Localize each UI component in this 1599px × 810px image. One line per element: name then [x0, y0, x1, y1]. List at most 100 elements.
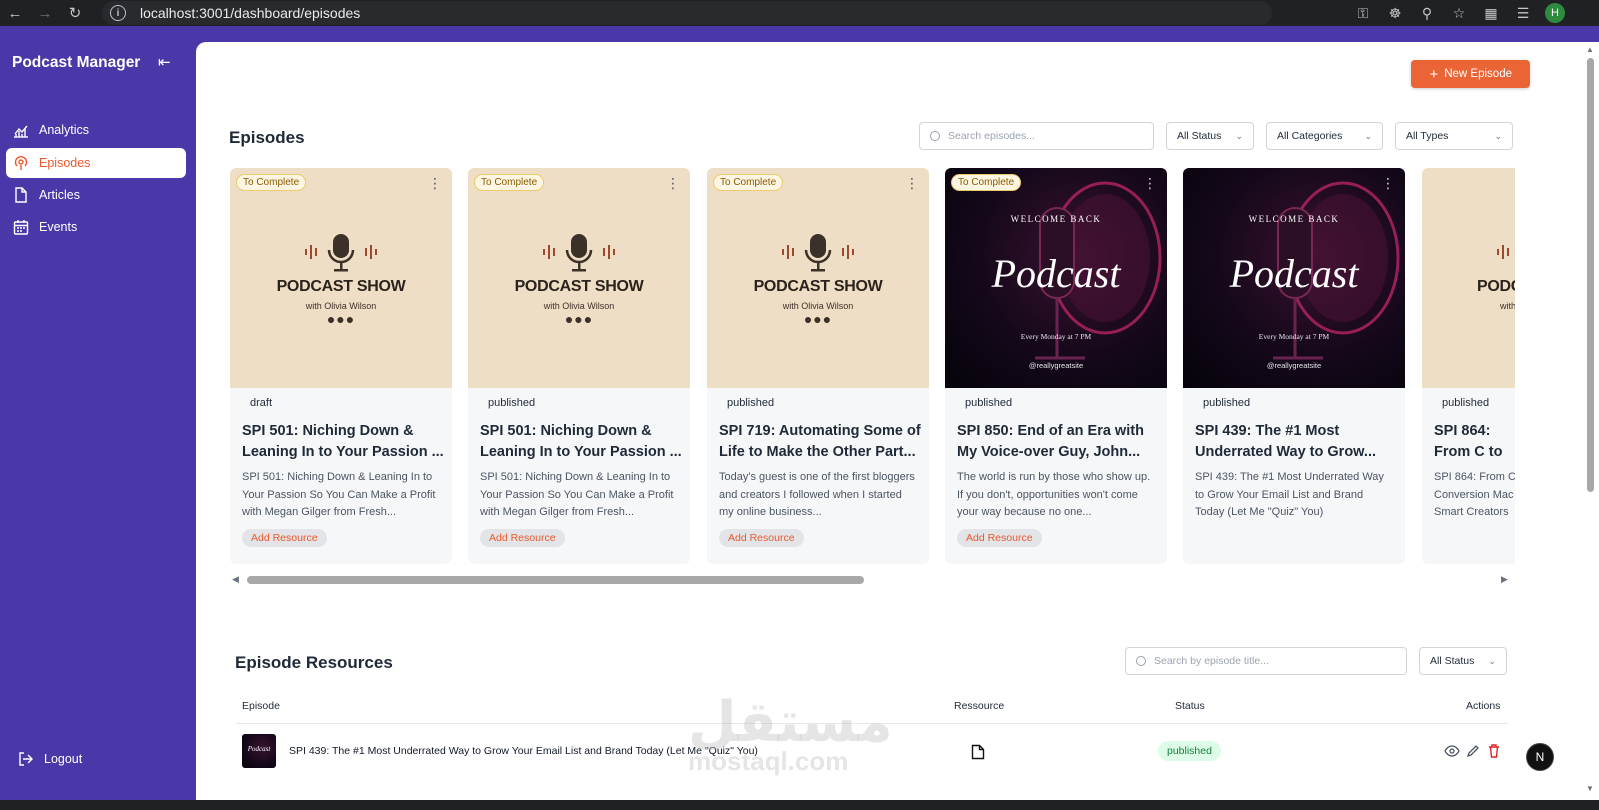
episode-status: published: [727, 397, 775, 409]
address-bar[interactable]: i localhost:3001/dashboard/episodes: [102, 1, 1272, 25]
profile-avatar[interactable]: H: [1545, 3, 1565, 23]
scroll-up-arrow-icon[interactable]: ▲: [1586, 45, 1594, 54]
episodes-title: Episodes: [229, 128, 305, 147]
episode-card[interactable]: WELCOME BACK Podcast Every Monday at 7 P…: [1183, 168, 1405, 564]
sidebar-item-label: Analytics: [39, 123, 90, 137]
episode-card[interactable]: WELCOME BACK Podcast Every Monday at 7 P…: [945, 168, 1167, 564]
sidebar-item-analytics[interactable]: Analytics: [6, 115, 186, 145]
scroll-down-arrow-icon[interactable]: ▼: [1586, 784, 1594, 793]
cover-dots: ●●●: [326, 311, 356, 327]
bookmark-star-icon[interactable]: ☆: [1443, 5, 1475, 22]
scroll-right-arrow-icon[interactable]: ▶: [1501, 574, 1508, 585]
logout-button[interactable]: Logout: [18, 751, 82, 767]
scrollbar-thumb[interactable]: [1587, 58, 1594, 492]
chevron-down-icon: ⌄: [1488, 655, 1496, 666]
more-options-icon[interactable]: ⋮: [1381, 176, 1395, 190]
search-icon: [930, 131, 940, 141]
column-status: Status: [1175, 700, 1205, 712]
episode-description: The world is run by those who show up. I…: [957, 471, 1151, 518]
browser-toolbar: ← → ↻ i localhost:3001/dashboard/episode…: [0, 0, 1599, 26]
episode-title: SPI 501: Niching Down & Leaning In to Yo…: [480, 423, 682, 460]
delete-trash-icon[interactable]: [1486, 743, 1502, 759]
microphone-icon: [543, 234, 615, 272]
zoom-icon[interactable]: ⚲: [1411, 5, 1443, 22]
plus-icon: +: [1429, 65, 1439, 83]
add-resource-button[interactable]: Add Resource: [480, 529, 565, 547]
key-icon[interactable]: ⚿: [1347, 5, 1379, 22]
sidebar-item-episodes[interactable]: Episodes: [6, 148, 186, 178]
view-eye-icon[interactable]: [1444, 743, 1460, 759]
page-vertical-scrollbar[interactable]: ▲ ▼: [1582, 42, 1599, 800]
sidebar-item-events[interactable]: Events: [6, 212, 186, 242]
microphone-icon: [782, 234, 854, 272]
episode-cover: PODC with: [1422, 168, 1515, 388]
brand-title: Podcast Manager: [12, 54, 141, 71]
new-episode-button[interactable]: + New Episode: [1411, 60, 1530, 88]
dev-tools-button[interactable]: N: [1526, 743, 1554, 771]
back-arrow-icon[interactable]: ←: [0, 0, 30, 26]
resource-status-filter-select[interactable]: All Status ⌄: [1419, 647, 1507, 675]
cover-script-title: Podcast: [991, 251, 1121, 296]
cover-subtitle: with Olivia Wilson: [305, 301, 377, 311]
forward-arrow-icon[interactable]: →: [30, 0, 60, 26]
collapse-sidebar-icon[interactable]: ⇤: [158, 53, 171, 71]
microphone-icon: [305, 234, 377, 272]
document-icon[interactable]: [971, 744, 985, 760]
episode-description: SPI 501: Niching Down & Leaning In to Yo…: [480, 471, 674, 518]
search-placeholder: Search by episode title...: [1154, 655, 1269, 667]
episode-card[interactable]: PODCAST SHOW with Olivia Wilson ●●● To C…: [707, 168, 929, 564]
episode-title: SPI 850: End of an Era with My Voice-ove…: [957, 423, 1144, 460]
logout-label: Logout: [44, 752, 83, 766]
main-panel: + New Episode Episodes Search episodes..…: [196, 42, 1582, 800]
episode-description: Today's guest is one of the first blogge…: [719, 471, 915, 518]
cover-script-title: Podcast: [1229, 251, 1359, 296]
resource-search-input[interactable]: Search by episode title...: [1125, 647, 1407, 675]
episode-cover: WELCOME BACK Podcast Every Monday at 7 P…: [1183, 168, 1405, 388]
add-resource-button[interactable]: Add Resource: [719, 529, 804, 547]
taskbar-strip: [0, 800, 1599, 810]
sidebar-item-articles[interactable]: Articles: [6, 180, 186, 210]
watermark-latin: mostaql.com: [688, 746, 849, 776]
episode-card[interactable]: PODC with published SPI 864: From C to C…: [1422, 168, 1515, 564]
more-options-icon[interactable]: ⋮: [1143, 176, 1157, 190]
resources-title: Episode Resources: [235, 653, 393, 672]
type-filter-select[interactable]: All Types ⌄: [1395, 122, 1513, 150]
status-filter-select[interactable]: All Status ⌄: [1166, 122, 1254, 150]
scrollbar-thumb[interactable]: [247, 576, 864, 584]
cover-subtitle: with Olivia Wilson: [782, 301, 854, 311]
reload-icon[interactable]: ↻: [60, 0, 90, 26]
chevron-down-icon: ⌄: [1235, 130, 1243, 141]
site-info-icon[interactable]: i: [110, 5, 126, 21]
translate-icon[interactable]: ☸: [1379, 5, 1411, 22]
status-badge: To Complete: [474, 174, 545, 191]
episode-status: draft: [250, 397, 273, 409]
extensions-icon[interactable]: ▦: [1475, 5, 1507, 22]
more-options-icon[interactable]: ⋮: [905, 176, 919, 190]
episode-cover: PODCAST SHOW with Olivia Wilson ●●● To C…: [707, 168, 929, 388]
select-value: All Status: [1177, 130, 1222, 142]
add-resource-button[interactable]: Add Resource: [242, 529, 327, 547]
more-options-icon[interactable]: ⋮: [666, 176, 680, 190]
cover-schedule-text: Every Monday at 7 PM: [1020, 332, 1092, 341]
episode-status: published: [1442, 397, 1490, 409]
cards-horizontal-scrollbar[interactable]: ◀ ▶: [230, 574, 1515, 585]
new-episode-label: New Episode: [1444, 68, 1512, 80]
media-icon[interactable]: ☰: [1507, 5, 1539, 22]
episode-description: SPI 501: Niching Down & Leaning In to Yo…: [242, 471, 436, 518]
select-value: All Status: [1430, 655, 1475, 667]
status-badge: To Complete: [951, 174, 1022, 191]
episode-search-input[interactable]: Search episodes...: [919, 122, 1154, 150]
edit-pencil-icon[interactable]: [1465, 743, 1481, 759]
episode-title: SPI 501: Niching Down & Leaning In to Yo…: [242, 423, 444, 460]
episode-card[interactable]: PODCAST SHOW with Olivia Wilson ●●● To C…: [230, 168, 452, 564]
episode-card[interactable]: PODCAST SHOW with Olivia Wilson ●●● To C…: [468, 168, 690, 564]
more-options-icon[interactable]: ⋮: [428, 176, 442, 190]
category-filter-select[interactable]: All Categories ⌄: [1266, 122, 1383, 150]
episode-title: SPI 864: From C to Conversion Mach...: [1434, 423, 1503, 460]
scroll-left-arrow-icon[interactable]: ◀: [232, 574, 239, 585]
thumbnail-text: Podcast: [247, 745, 271, 753]
url-text: localhost:3001/dashboard/episodes: [140, 5, 361, 21]
cover-welcome-text: WELCOME BACK: [1010, 214, 1102, 224]
cover-subtitle: with: [1500, 301, 1515, 311]
add-resource-button[interactable]: Add Resource: [957, 529, 1042, 547]
